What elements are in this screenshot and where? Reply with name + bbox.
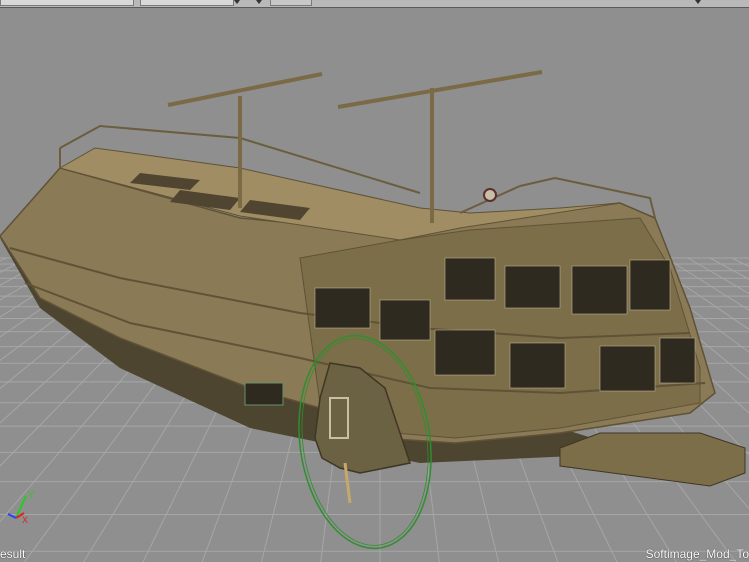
status-text-left: esult	[0, 547, 26, 561]
deck-figure[interactable]	[483, 188, 497, 202]
y-axis-label: Y	[28, 490, 34, 500]
x-axis-label: X	[22, 515, 28, 525]
3d-viewport[interactable]: Y X esult Softimage_Mod_To	[0, 8, 749, 562]
dropdown-arrow-icon[interactable]	[695, 0, 701, 4]
viewport-canvas[interactable]: Y X	[0, 8, 749, 562]
dropdown-arrow-icon[interactable]	[256, 0, 262, 4]
top-toolbar-strip[interactable]	[0, 0, 749, 8]
toolbar-field-middle[interactable]	[140, 0, 234, 6]
toolbar-field-left[interactable]	[0, 0, 134, 6]
dropdown-arrow-icon[interactable]	[234, 0, 240, 4]
status-text-right: Softimage_Mod_To	[645, 547, 749, 561]
lower-hatch	[244, 382, 284, 406]
toolbar-field-right[interactable]	[270, 0, 312, 6]
